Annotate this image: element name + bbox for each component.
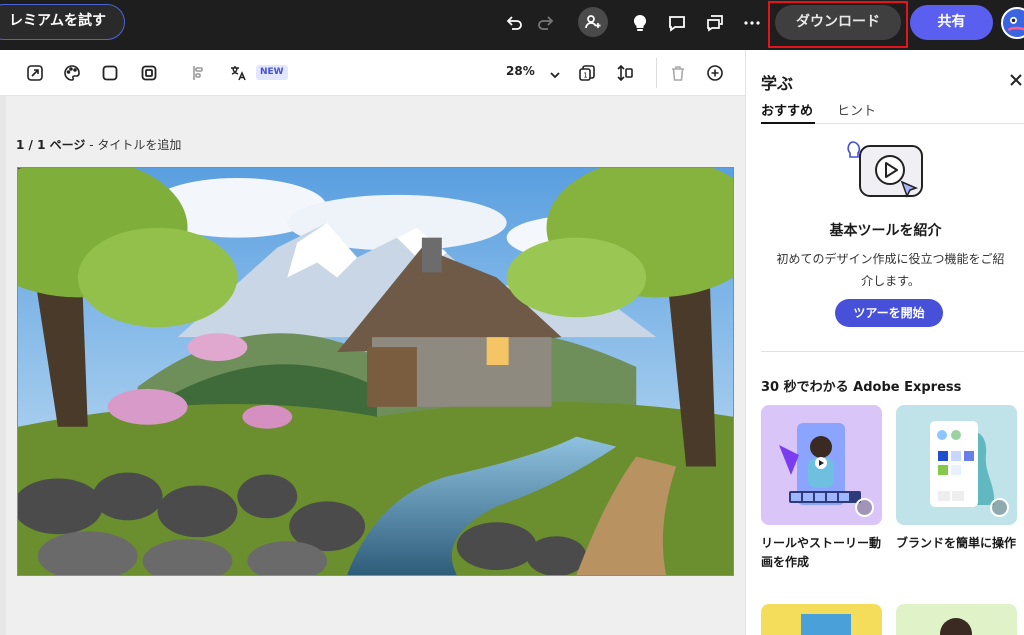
checkmark-icon xyxy=(990,498,1009,517)
try-premium-button[interactable]: レミアムを試す xyxy=(0,4,126,40)
new-badge: NEW xyxy=(256,65,288,80)
section-title: 30 秒でわかる Adobe Express xyxy=(761,380,962,395)
square-icon[interactable] xyxy=(98,61,122,85)
panel-title: 学ぶ xyxy=(761,74,794,93)
lightbulb-icon[interactable] xyxy=(625,8,655,38)
left-rail xyxy=(0,96,6,635)
more-icon[interactable] xyxy=(737,8,767,38)
toolbar-divider xyxy=(656,58,657,88)
undo-icon[interactable] xyxy=(499,8,529,38)
chevron-down-icon[interactable] xyxy=(543,63,567,87)
editor-toolbar: NEW 28% 1 xyxy=(0,50,745,96)
intro-description: 初めてのデザイン作成に役立つ機能をご紹介します。 xyxy=(776,252,1005,288)
learn-panel: 学ぶ おすすめ ヒント 基本ツールを紹介 初めてのデザイン作成に役立つ機能をご紹… xyxy=(745,50,1024,635)
video-card-brand[interactable] xyxy=(896,405,1017,525)
panel-divider xyxy=(761,351,1024,352)
arrange-icon[interactable] xyxy=(613,61,637,85)
zoom-level[interactable]: 28% xyxy=(506,64,535,78)
tab-hints[interactable]: ヒント xyxy=(837,100,876,119)
tour-illustration-icon xyxy=(846,138,928,204)
svg-text:1: 1 xyxy=(583,72,587,80)
page-number: 1 / 1 ページ xyxy=(16,138,86,152)
top-bar: レミアムを試す ダウンロード 共有 xyxy=(0,0,1024,50)
frame-icon[interactable] xyxy=(137,61,161,85)
redo-icon[interactable] xyxy=(531,8,561,38)
card-title-reels[interactable]: リールやストーリー動画を作成 xyxy=(761,534,886,572)
trash-icon[interactable] xyxy=(666,61,690,85)
video-card-partial[interactable] xyxy=(761,604,882,635)
invite-user-icon[interactable] xyxy=(578,7,608,37)
page-label[interactable]: 1 / 1 ページ - タイトルを追加 xyxy=(16,136,181,153)
active-tab-indicator xyxy=(761,122,815,124)
share-button[interactable]: 共有 xyxy=(910,5,993,40)
close-icon[interactable] xyxy=(1008,72,1024,88)
start-tour-button[interactable]: ツアーを開始 xyxy=(835,299,943,327)
align-icon[interactable] xyxy=(187,61,211,85)
download-button[interactable]: ダウンロード xyxy=(775,5,901,40)
tab-recommended[interactable]: おすすめ xyxy=(761,100,813,119)
intro-title: 基本ツールを紹介 xyxy=(829,223,942,239)
translate-icon[interactable] xyxy=(226,61,250,85)
page-title-placeholder[interactable]: - タイトルを追加 xyxy=(85,138,181,152)
resize-icon[interactable] xyxy=(23,61,47,85)
add-icon[interactable] xyxy=(703,61,727,85)
palette-icon[interactable] xyxy=(60,61,84,85)
comment-icon[interactable] xyxy=(662,8,692,38)
card-title-brand[interactable]: ブランドを簡単に操作 xyxy=(896,534,1021,553)
landscape-image[interactable] xyxy=(17,167,734,576)
chat-bubbles-icon[interactable] xyxy=(700,8,730,38)
checkmark-icon xyxy=(855,498,874,517)
pages-icon[interactable]: 1 xyxy=(575,61,599,85)
avatar[interactable] xyxy=(1001,7,1024,39)
video-card-partial[interactable] xyxy=(896,604,1017,635)
video-card-reels[interactable] xyxy=(761,405,882,525)
